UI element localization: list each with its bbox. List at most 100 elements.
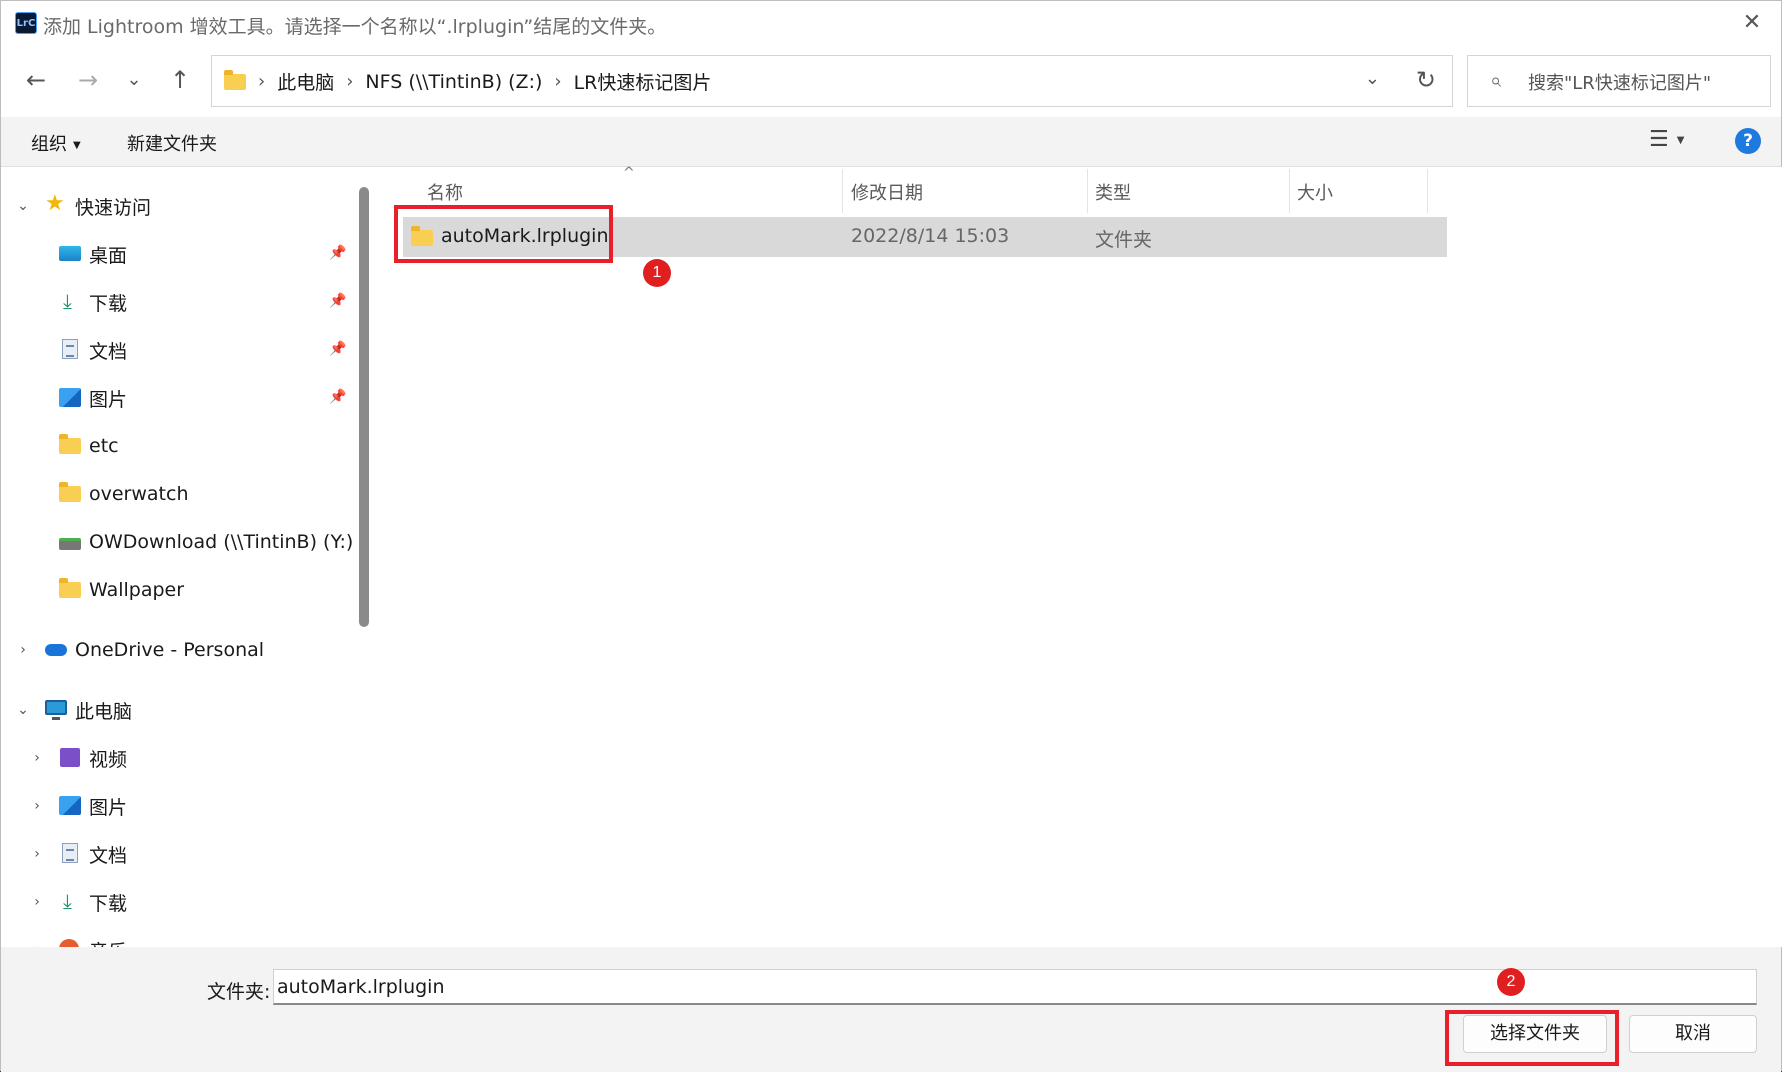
up-button[interactable]: ↑ [163, 63, 197, 97]
network-drive-icon [59, 531, 83, 553]
list-view-icon: ☰ [1649, 127, 1669, 152]
recent-locations-button[interactable]: ⌄ [117, 63, 151, 97]
row-type: 文件夹 [1095, 229, 1153, 251]
sidebar-item-label: 图片 [89, 796, 128, 819]
pictures-icon [59, 387, 83, 409]
sidebar-item-desktop[interactable]: 桌面 [59, 234, 127, 274]
annotation-highlight-box [394, 205, 613, 263]
sidebar-item-label: 图片 [89, 388, 128, 411]
sidebar-item-documents[interactable]: 文档 [59, 330, 127, 370]
help-icon[interactable]: ? [1735, 128, 1761, 154]
sidebar-scrollbar[interactable] [359, 187, 369, 627]
column-header-size[interactable]: 大小 [1297, 177, 1333, 211]
cloud-icon [45, 639, 69, 661]
sidebar-item-label: 文档 [89, 340, 128, 363]
back-button[interactable]: ← [19, 63, 53, 97]
window-title: 添加 Lightroom 增效工具。请选择一个名称以“.lrplugin”结尾的… [43, 16, 667, 38]
pin-icon[interactable]: 📌 [329, 245, 346, 261]
folder-name-input[interactable] [273, 969, 1757, 1005]
breadcrumb-this-pc[interactable]: 此电脑 [277, 68, 334, 95]
chevron-right-icon[interactable]: › [29, 750, 45, 766]
chevron-down-icon[interactable]: ⌄ [15, 702, 31, 718]
pin-icon[interactable]: 📌 [329, 341, 346, 357]
row-modified: 2022/8/14 15:03 [851, 225, 1010, 247]
address-bar[interactable]: › 此电脑 › NFS (\\TintinB) (Z:) › LR快速标记图片 … [211, 55, 1453, 107]
cancel-button[interactable]: 取消 [1629, 1015, 1757, 1053]
sidebar-item-owdownload[interactable]: OWDownload (\\TintinB) (Y:) [59, 522, 353, 562]
column-divider[interactable] [842, 169, 843, 213]
navigation-bar: ← → ⌄ ↑ › 此电脑 › NFS (\\TintinB) (Z:) › L… [1, 45, 1781, 117]
title-bar: LrC 添加 Lightroom 增效工具。请选择一个名称以“.lrplugin… [1, 1, 1781, 45]
sidebar-item-label: 下载 [89, 892, 128, 915]
organize-menu-button[interactable]: 组织 ▼ [31, 130, 81, 156]
close-button[interactable]: ✕ [1735, 7, 1769, 39]
annotation-badge: 2 [1497, 968, 1525, 996]
column-divider[interactable] [1427, 169, 1428, 213]
sidebar-item-label: 快速访问 [75, 196, 152, 219]
sidebar-item-pc-pictures[interactable]: › 图片 [29, 786, 127, 826]
forward-button[interactable]: → [71, 63, 105, 97]
folder-icon [224, 70, 250, 90]
sidebar-item-pc-documents[interactable]: › 文档 [29, 834, 127, 874]
annotation-badge: 1 [643, 259, 671, 287]
file-list[interactable]: ^ 名称 修改日期 类型 大小 autoMark.lrplugin 2022/8… [377, 165, 1782, 947]
view-options-icon[interactable]: ☰ ▼ [1649, 127, 1684, 152]
breadcrumb-separator[interactable]: › [554, 71, 561, 92]
search-icon: ⌕ [1490, 68, 1502, 92]
sidebar-item-label: Wallpaper [89, 579, 185, 601]
sidebar-item-label: etc [89, 435, 119, 457]
dialog-footer: 文件夹: 选择文件夹 取消 2 [1, 947, 1781, 1072]
videos-icon [59, 747, 83, 769]
documents-icon [59, 339, 83, 361]
navigation-pane[interactable]: ⌄ ★ 快速访问 桌面 📌 ⤓ 下载 📌 文档 📌 图片 📌 etc overw… [1, 167, 377, 947]
lightroom-app-icon: LrC [15, 12, 37, 34]
sidebar-item-videos[interactable]: › 视频 [29, 738, 127, 778]
sidebar-item-label: 音乐 [89, 937, 127, 948]
sidebar-item-music[interactable]: › 音乐 [29, 930, 127, 947]
chevron-right-icon[interactable]: › [15, 642, 31, 658]
sidebar-item-label: 文档 [89, 844, 128, 867]
caret-down-icon: ▼ [73, 139, 81, 151]
sidebar-item-label: 此电脑 [75, 700, 133, 723]
sidebar-item-quick-access[interactable]: ⌄ ★ 快速访问 [15, 186, 151, 226]
refresh-icon[interactable]: ↻ [1416, 66, 1436, 94]
folder-icon [59, 434, 83, 457]
chevron-right-icon[interactable]: › [29, 798, 45, 814]
annotation-highlight-box [1445, 1010, 1619, 1066]
documents-icon [59, 843, 83, 865]
breadcrumb-nfs-drive[interactable]: NFS (\\TintinB) (Z:) [365, 71, 542, 93]
breadcrumb-separator[interactable]: › [346, 71, 353, 92]
column-header-type[interactable]: 类型 [1095, 177, 1131, 211]
sidebar-item-pc-downloads[interactable]: › ⤓ 下载 [29, 882, 127, 922]
folder-icon [59, 578, 83, 601]
pin-icon[interactable]: 📌 [329, 293, 346, 309]
sidebar-item-pictures[interactable]: 图片 [59, 378, 127, 418]
music-icon [59, 939, 83, 947]
sidebar-item-this-pc[interactable]: ⌄ 此电脑 [15, 690, 132, 730]
sidebar-item-overwatch[interactable]: overwatch [59, 474, 189, 514]
breadcrumb: › 此电脑 › NFS (\\TintinB) (Z:) › LR快速标记图片 [258, 68, 711, 95]
sidebar-item-label: 视频 [89, 748, 128, 771]
sidebar-item-label: OWDownload (\\TintinB) (Y:) [89, 531, 354, 553]
chevron-right-icon[interactable]: › [29, 846, 45, 862]
chevron-right-icon[interactable]: › [29, 894, 45, 910]
chevron-down-icon[interactable]: ⌄ [1365, 68, 1380, 89]
breadcrumb-current-folder[interactable]: LR快速标记图片 [574, 68, 712, 95]
pin-icon[interactable]: 📌 [329, 389, 346, 405]
search-placeholder: 搜索"LR快速标记图片" [1528, 73, 1712, 94]
new-folder-button[interactable]: 新建文件夹 [127, 130, 217, 156]
sidebar-item-etc[interactable]: etc [59, 426, 119, 466]
sidebar-item-downloads[interactable]: ⤓ 下载 [59, 282, 127, 322]
star-icon: ★ [45, 191, 65, 216]
chevron-down-icon[interactable]: ⌄ [15, 198, 31, 214]
search-input[interactable]: ⌕ 搜索"LR快速标记图片" [1467, 55, 1771, 107]
sidebar-item-wallpaper[interactable]: Wallpaper [59, 570, 184, 610]
column-divider[interactable] [1087, 169, 1088, 213]
sidebar-item-onedrive[interactable]: › OneDrive - Personal [15, 630, 264, 670]
column-header-modified[interactable]: 修改日期 [851, 177, 923, 211]
column-divider[interactable] [1289, 169, 1290, 213]
sort-ascending-icon: ^ [623, 165, 635, 181]
pictures-icon [59, 795, 83, 817]
sidebar-item-label: 桌面 [89, 244, 128, 267]
breadcrumb-separator: › [258, 71, 266, 92]
